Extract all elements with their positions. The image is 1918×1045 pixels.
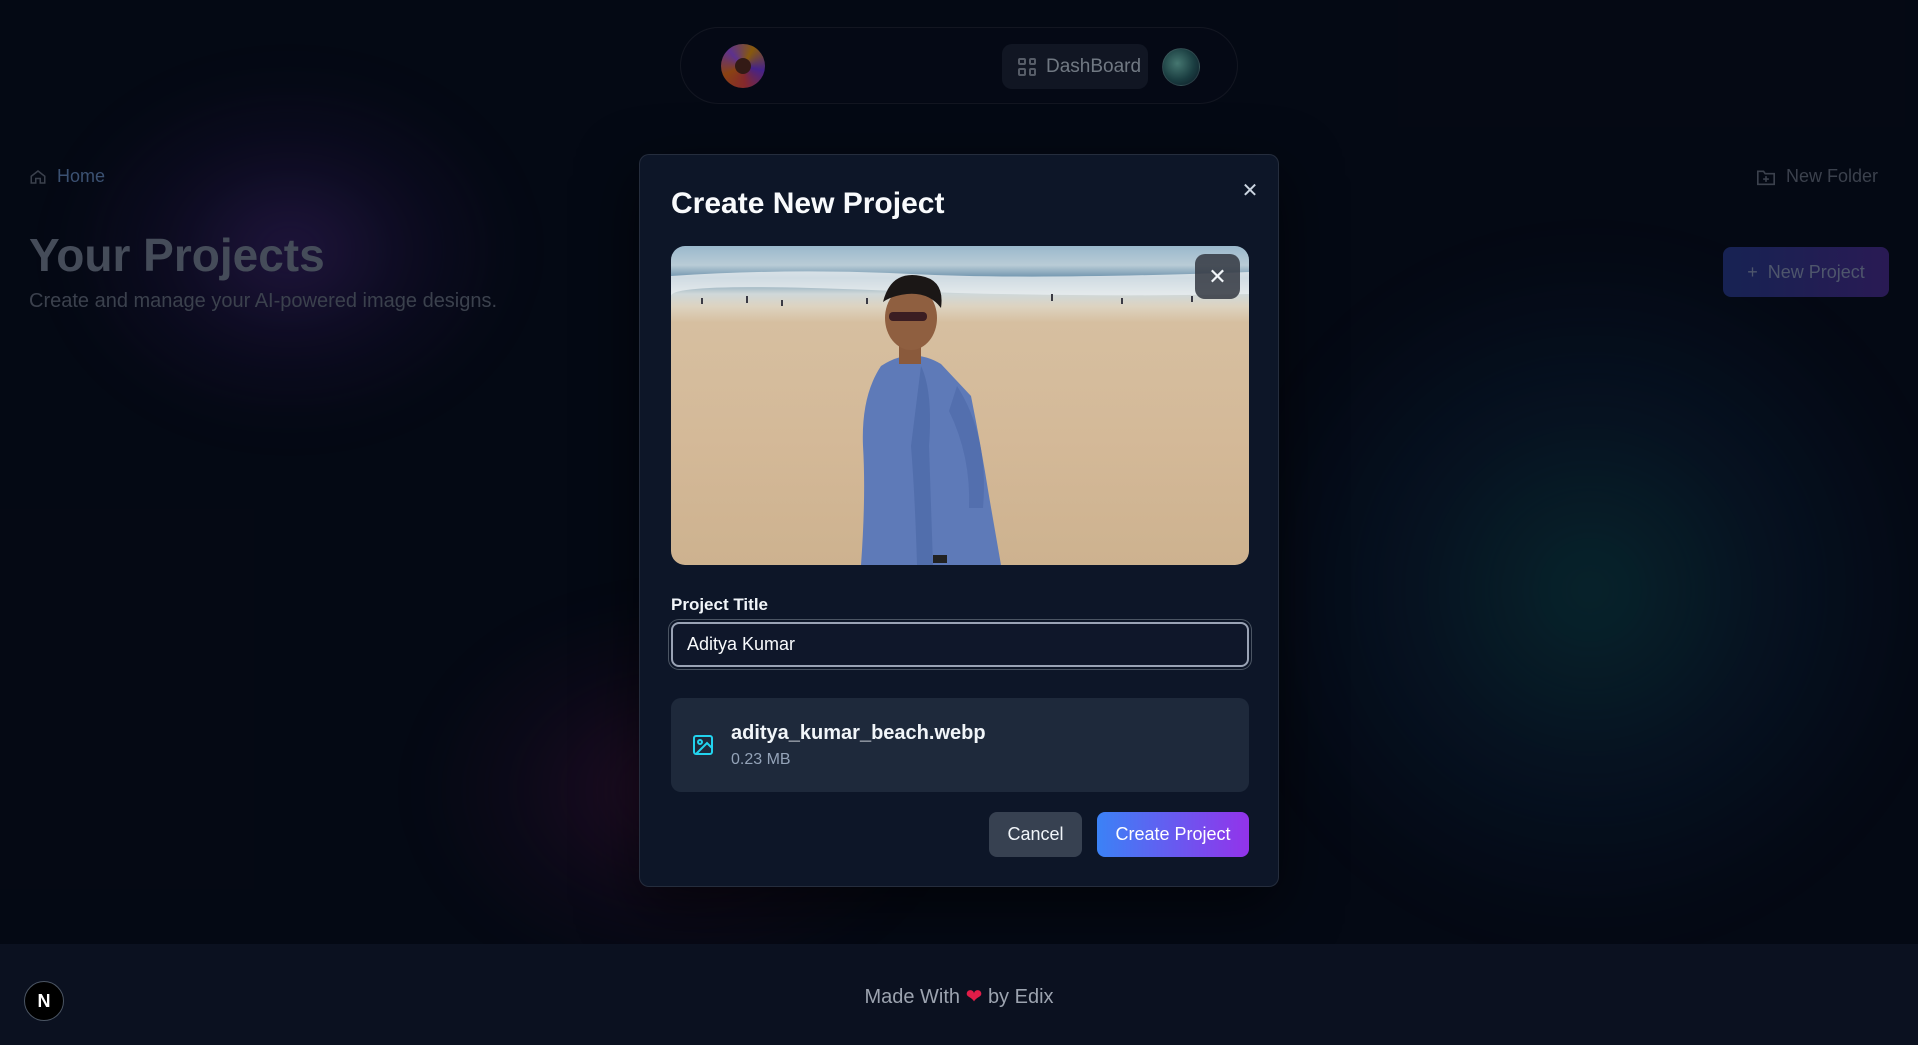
image-file-icon [693, 735, 713, 755]
image-preview: ✕ [671, 246, 1249, 565]
file-info-card: aditya_kumar_beach.webp 0.23 MB [671, 698, 1249, 792]
footer-by: by Edix [987, 986, 1054, 1008]
close-icon[interactable]: ✕ [1235, 175, 1265, 205]
heart-icon: ❤ [965, 986, 983, 1008]
file-size: 0.23 MB [731, 751, 791, 768]
project-title-label: Project Title [671, 595, 768, 614]
project-title-input[interactable] [671, 622, 1249, 667]
file-name: aditya_kumar_beach.webp [731, 722, 986, 744]
footer-credit: Made With ❤ by Edix [0, 984, 1918, 1009]
footer-made-with: Made With [864, 986, 961, 1008]
close-icon: ✕ [1208, 263, 1227, 289]
modal-title: Create New Project [671, 187, 945, 220]
remove-image-button[interactable]: ✕ [1195, 254, 1240, 299]
create-project-button[interactable]: Create Project [1097, 812, 1249, 857]
create-project-modal: ✕ Create New Project ✕ Project Title Adi… [639, 154, 1279, 887]
footer: N Made With ❤ by Edix [0, 944, 1918, 1045]
cancel-button[interactable]: Cancel [989, 812, 1082, 857]
beach-photo [671, 271, 1249, 565]
